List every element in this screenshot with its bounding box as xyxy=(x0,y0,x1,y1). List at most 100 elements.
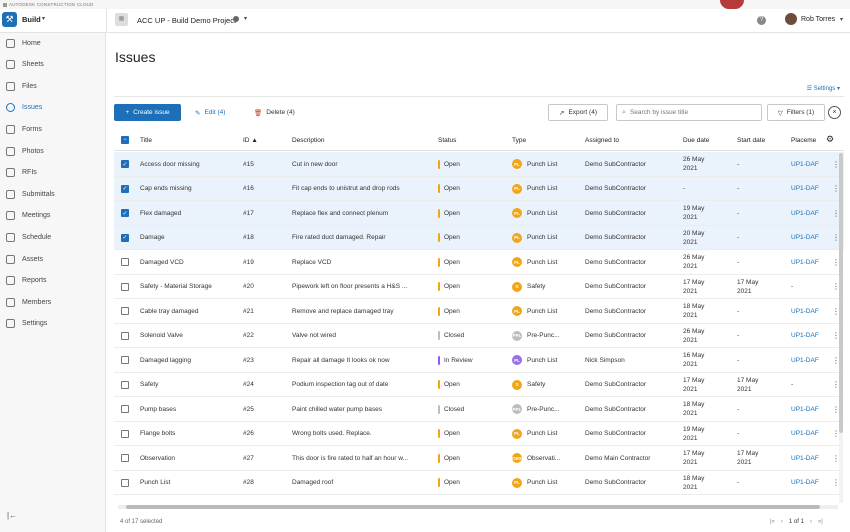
issue-placement[interactable]: UP1-DAF xyxy=(791,422,819,446)
issue-title[interactable]: Safety xyxy=(140,373,158,397)
issue-placement[interactable]: UP1-DAF xyxy=(791,324,819,348)
checkbox[interactable] xyxy=(121,307,129,315)
issue-placement[interactable]: UP1-DAF xyxy=(791,250,819,274)
col-title[interactable]: Title xyxy=(140,137,152,144)
row-checkbox[interactable]: ✓ xyxy=(121,226,129,250)
prev-page-icon[interactable]: ‹ xyxy=(781,519,783,525)
user-name[interactable]: Rob Torres xyxy=(801,16,835,23)
first-page-icon[interactable]: |« xyxy=(770,519,775,525)
table-row[interactable]: ✓ Cap ends missing #16 Fit cap ends to unis… xyxy=(114,176,844,201)
checkbox[interactable] xyxy=(121,282,129,291)
row-checkbox[interactable] xyxy=(121,250,129,274)
table-row[interactable]: Solenoid Valve #22 Valve not wired Closed PP… xyxy=(114,324,844,348)
delete-button[interactable]: 🗑 Delete (4) xyxy=(254,104,295,121)
last-page-icon[interactable]: »| xyxy=(818,519,823,525)
issue-placement[interactable]: UP1-DAF xyxy=(791,299,819,323)
help-icon[interactable]: ? xyxy=(757,16,766,25)
row-checkbox[interactable] xyxy=(121,397,129,421)
col-type[interactable]: Type xyxy=(512,137,526,144)
col-description[interactable]: Description xyxy=(292,137,325,144)
sidebar-item-settings[interactable]: Settings xyxy=(0,315,105,333)
col-placement[interactable]: Placeme xyxy=(791,137,816,144)
issue-placement[interactable]: UP1-DAF xyxy=(791,471,819,495)
select-all-checkbox[interactable]: − xyxy=(121,136,129,144)
row-checkbox[interactable]: ✓ xyxy=(121,201,129,225)
table-row[interactable]: Punch List #28 Damaged roof Open PL Punch Lis… xyxy=(114,471,844,495)
app-name[interactable]: Build xyxy=(22,15,41,24)
edit-button[interactable]: ✎ Edit (4) xyxy=(195,104,225,121)
clear-filters-icon[interactable]: × xyxy=(828,106,841,119)
checkbox[interactable]: ✓ xyxy=(121,209,129,217)
issue-title[interactable]: Punch List xyxy=(140,471,170,495)
sidebar-item-assets[interactable]: Assets xyxy=(0,250,105,268)
table-row[interactable]: Cable tray damaged #21 Remove and replace … xyxy=(114,299,844,324)
issue-title[interactable]: Cable tray damaged xyxy=(140,299,199,323)
issue-placement[interactable]: UP1-DAF xyxy=(791,201,819,225)
filters-button[interactable]: ▽ Filters (1) xyxy=(767,104,825,121)
table-row[interactable]: ✓ Flex damaged #17 Replace flex and connect… xyxy=(114,201,844,226)
row-checkbox[interactable] xyxy=(121,373,129,397)
row-checkbox[interactable] xyxy=(121,471,129,495)
export-button[interactable]: ↗ Export (4) xyxy=(548,104,608,121)
row-checkbox[interactable] xyxy=(121,299,129,323)
checkbox[interactable] xyxy=(121,380,129,389)
table-row[interactable]: Safety - Material Storage #20 Pipework lef… xyxy=(114,275,844,299)
checkbox[interactable] xyxy=(121,429,129,438)
issue-placement[interactable]: UP1-DAF xyxy=(791,348,819,372)
row-checkbox[interactable]: ✓ xyxy=(121,152,129,176)
table-row[interactable]: Observation #27 This door is fire rated to… xyxy=(114,446,844,471)
issue-placement[interactable]: UP1-DAF xyxy=(791,446,819,470)
checkbox[interactable] xyxy=(121,331,129,340)
table-row[interactable]: Pump bases #25 Paint chilled water pump ba… xyxy=(114,397,844,422)
checkbox[interactable]: ✓ xyxy=(121,233,129,242)
settings-link[interactable]: ☰ Settings ▾ xyxy=(807,85,840,92)
issue-title[interactable]: Safety - Material Storage xyxy=(140,275,212,299)
horizontal-scrollbar[interactable] xyxy=(118,505,838,509)
table-row[interactable]: Flange bolts #26 Wrong bolts used. Replace… xyxy=(114,422,844,446)
sidebar-item-sheets[interactable]: Sheets xyxy=(0,56,105,74)
sidebar-item-issues[interactable]: Issues xyxy=(0,99,105,117)
table-row[interactable]: Safety #24 Podium inspection tag out of da… xyxy=(114,373,844,397)
row-checkbox[interactable] xyxy=(121,348,129,372)
checkbox[interactable] xyxy=(121,405,129,413)
issue-title[interactable]: Damaged VCD xyxy=(140,250,184,274)
col-status[interactable]: Status xyxy=(438,137,456,144)
issue-title[interactable]: Flex damaged xyxy=(140,201,181,225)
issue-title[interactable]: Observation xyxy=(140,446,175,470)
row-checkbox[interactable] xyxy=(121,446,129,470)
row-checkbox[interactable] xyxy=(121,422,129,446)
gear-icon[interactable]: ⚙ xyxy=(826,134,834,145)
issue-title[interactable]: Cap ends missing xyxy=(140,177,192,201)
sidebar-item-submittals[interactable]: Submittals xyxy=(0,185,105,203)
checkbox[interactable] xyxy=(121,258,129,266)
issue-placement[interactable]: UP1-DAF xyxy=(791,226,819,250)
sidebar-item-files[interactable]: Files xyxy=(0,77,105,95)
build-icon[interactable]: ⚒ xyxy=(2,12,17,27)
sidebar-item-schedule[interactable]: Schedule xyxy=(0,228,105,246)
issue-title[interactable]: Flange bolts xyxy=(140,422,175,446)
issue-title[interactable]: Pump bases xyxy=(140,397,176,421)
checkbox[interactable] xyxy=(121,454,129,462)
sidebar-item-meetings[interactable]: Meetings xyxy=(0,207,105,225)
issue-title[interactable]: Damage xyxy=(140,226,165,250)
sidebar-item-forms[interactable]: Forms xyxy=(0,120,105,138)
next-page-icon[interactable]: › xyxy=(810,519,812,525)
collapse-sidebar-icon[interactable]: |← xyxy=(7,511,17,520)
issue-title[interactable]: Access door missing xyxy=(140,152,200,176)
checkbox[interactable]: ✓ xyxy=(121,160,129,168)
sidebar-item-reports[interactable]: Reports xyxy=(0,272,105,290)
chevron-down-icon[interactable]: ▾ xyxy=(244,15,247,22)
table-row[interactable]: ✓ Damage #18 Fire rated duct damaged. Repai… xyxy=(114,225,844,250)
issue-placement[interactable]: UP1-DAF xyxy=(791,177,819,201)
table-row[interactable]: Damaged lagging #23 Repair all damage It l… xyxy=(114,348,844,373)
col-due[interactable]: Due date xyxy=(683,137,709,144)
table-row[interactable]: Damaged VCD #19 Replace VCD Open PL Punch Lis… xyxy=(114,250,844,275)
col-assigned[interactable]: Assigned to xyxy=(585,137,619,144)
search-input-wrapper[interactable]: ⌕ xyxy=(616,104,762,121)
checkbox[interactable] xyxy=(121,356,129,364)
row-checkbox[interactable] xyxy=(121,275,129,299)
avatar[interactable] xyxy=(785,13,797,25)
issue-placement[interactable]: UP1-DAF xyxy=(791,152,819,176)
project-name[interactable]: ACC UP - Build Demo Project xyxy=(137,16,236,25)
col-id[interactable]: ID ▲ xyxy=(243,137,258,144)
